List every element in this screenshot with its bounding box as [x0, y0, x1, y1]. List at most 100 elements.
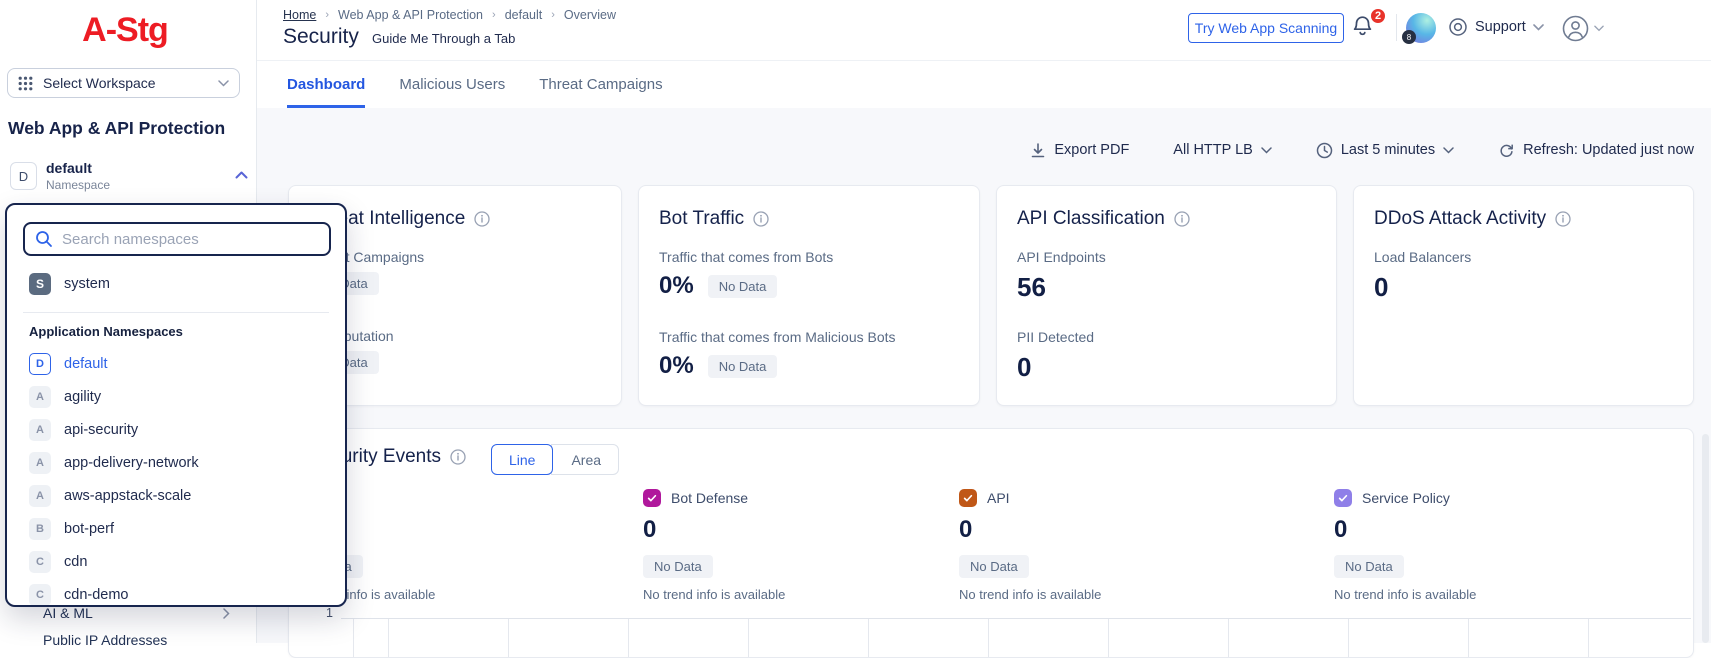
refresh-icon — [1498, 142, 1515, 159]
namespace-option-default[interactable]: D default — [7, 347, 345, 380]
namespace-initial-badge: D — [29, 353, 51, 375]
metric-label: Threat Campaigns — [309, 249, 601, 265]
tab-malicious-users[interactable]: Malicious Users — [399, 76, 505, 108]
sidebar-item-ai-ml[interactable]: AI & ML — [43, 605, 243, 621]
info-icon[interactable] — [450, 449, 466, 465]
namespace-option-app-delivery-network[interactable]: A app-delivery-network — [7, 446, 345, 479]
select-workspace-button[interactable]: Select Workspace — [7, 68, 240, 98]
info-icon[interactable] — [753, 211, 769, 227]
y-axis-tick: 1 — [307, 606, 333, 620]
legend-note: No trend info is available — [959, 587, 1259, 602]
refresh-button[interactable]: Refresh: Updated just now — [1498, 142, 1694, 159]
namespace-initial-badge: A — [29, 419, 51, 441]
chevron-down-icon — [1443, 147, 1454, 154]
namespace-option-label: agility — [64, 389, 101, 405]
info-icon[interactable] — [1555, 211, 1571, 227]
chevron-right-icon — [223, 608, 230, 619]
dashboard-toolbar: Export PDF All HTTP LB Last 5 minutes Re… — [1030, 136, 1694, 164]
select-workspace-label: Select Workspace — [43, 75, 156, 91]
chart-gridline — [353, 619, 354, 657]
info-icon[interactable] — [1174, 211, 1190, 227]
sidebar-item-public-ip-addresses[interactable]: Public IP Addresses — [43, 632, 243, 648]
legend-value: 0 — [1334, 516, 1634, 544]
download-icon — [1030, 142, 1046, 159]
card-title: API Classification — [1017, 208, 1165, 230]
legend-checkbox[interactable] — [1334, 489, 1352, 507]
support-label: Support — [1475, 19, 1526, 35]
support-menu[interactable]: Support — [1448, 17, 1544, 37]
namespace-option-label: default — [64, 356, 108, 372]
apps-grid-icon — [18, 76, 33, 91]
chevron-down-icon — [1533, 24, 1544, 31]
tenant-logo: A-Stg — [60, 8, 190, 52]
header-divider — [1396, 14, 1397, 41]
chevron-down-icon — [218, 80, 229, 87]
guide-me-link[interactable]: Guide Me Through a Tab — [372, 31, 515, 46]
namespace-initial-badge: B — [29, 518, 51, 540]
namespace-initial-badge: S — [29, 273, 51, 295]
user-icon — [1562, 15, 1589, 42]
chevron-down-icon — [1261, 147, 1272, 154]
namespace-initial-badge: C — [29, 584, 51, 606]
legend-note: No trend info is available — [643, 587, 943, 602]
metric-value: 56 — [1017, 272, 1046, 303]
export-pdf-label: Export PDF — [1054, 142, 1129, 158]
legend-note: No trend info is available — [1334, 587, 1634, 602]
lb-filter-label: All HTTP LB — [1173, 142, 1253, 158]
try-web-app-scanning-button[interactable]: Try Web App Scanning — [1188, 13, 1344, 43]
legend-item-api: API 0 No Data No trend info is available — [959, 489, 1259, 602]
namespace-option-bot-perf[interactable]: B bot-perf — [7, 512, 345, 545]
search-icon — [35, 230, 53, 248]
page-title: Security — [283, 25, 359, 49]
bot-traffic-card: Bot Traffic Traffic that comes from Bots… — [638, 185, 980, 406]
namespace-option-cdn-demo[interactable]: C cdn-demo — [7, 578, 345, 607]
metric-label: Traffic that comes from Bots — [659, 249, 959, 265]
namespace-option-agility[interactable]: A agility — [7, 380, 345, 413]
namespace-initial-badge: A — [29, 386, 51, 408]
legend-item-service-policy: Service Policy 0 No Data No trend info i… — [1334, 489, 1634, 602]
dropdown-divider — [23, 312, 329, 313]
card-title: DDoS Attack Activity — [1374, 208, 1546, 230]
metric-label: Load Balancers — [1374, 249, 1673, 265]
chevron-up-icon[interactable] — [235, 171, 248, 179]
breadcrumb-item: Web App & API Protection — [338, 8, 483, 22]
application-namespaces-header: Application Namespaces — [29, 324, 183, 339]
chart-view-toggle: Line Area — [491, 444, 619, 475]
namespace-option-aws-appstack-scale[interactable]: A aws-appstack-scale — [7, 479, 345, 512]
namespace-search[interactable] — [23, 222, 331, 256]
scrollbar[interactable] — [1702, 434, 1709, 643]
legend-item-bot-defense: Bot Defense 0 No Data No trend info is a… — [643, 489, 943, 602]
namespace-search-input[interactable] — [62, 231, 319, 248]
export-pdf-button[interactable]: Export PDF — [1030, 142, 1129, 159]
refresh-status-label: Refresh: Updated just now — [1523, 142, 1694, 158]
namespace-option-label: cdn — [64, 554, 87, 570]
namespace-initial-badge: A — [29, 485, 51, 507]
namespace-option-system[interactable]: S system — [7, 267, 345, 300]
lb-filter-dropdown[interactable]: All HTTP LB — [1173, 142, 1272, 158]
breadcrumb-separator: › — [325, 9, 329, 21]
namespace-option-cdn[interactable]: C cdn — [7, 545, 345, 578]
breadcrumb-home[interactable]: Home — [283, 8, 316, 22]
metric-value: 0 — [1374, 272, 1388, 303]
notification-count-badge: 2 — [1369, 7, 1387, 25]
tab-dashboard[interactable]: Dashboard — [287, 76, 365, 108]
account-menu[interactable] — [1562, 15, 1604, 42]
namespace-initial-badge: D — [10, 162, 37, 190]
chart-gridlines — [388, 619, 1691, 657]
breadcrumb: Home › Web App & API Protection › defaul… — [283, 8, 616, 22]
toggle-line-button[interactable]: Line — [491, 444, 553, 475]
breadcrumb-separator: › — [492, 9, 496, 21]
metric-label: API Endpoints — [1017, 249, 1316, 265]
tab-threat-campaigns[interactable]: Threat Campaigns — [539, 76, 662, 108]
time-range-dropdown[interactable]: Last 5 minutes — [1316, 142, 1454, 159]
support-icon — [1448, 17, 1468, 37]
namespace-initial-badge: A — [29, 452, 51, 474]
legend-checkbox[interactable] — [959, 489, 977, 507]
info-icon[interactable] — [474, 211, 490, 227]
namespace-selector[interactable]: default — [46, 160, 92, 176]
namespace-option-api-security[interactable]: A api-security — [7, 413, 345, 446]
metric-value: 0 — [1017, 352, 1031, 383]
toggle-area-button[interactable]: Area — [551, 444, 619, 475]
namespace-option-label: aws-appstack-scale — [64, 488, 191, 504]
legend-checkbox[interactable] — [643, 489, 661, 507]
